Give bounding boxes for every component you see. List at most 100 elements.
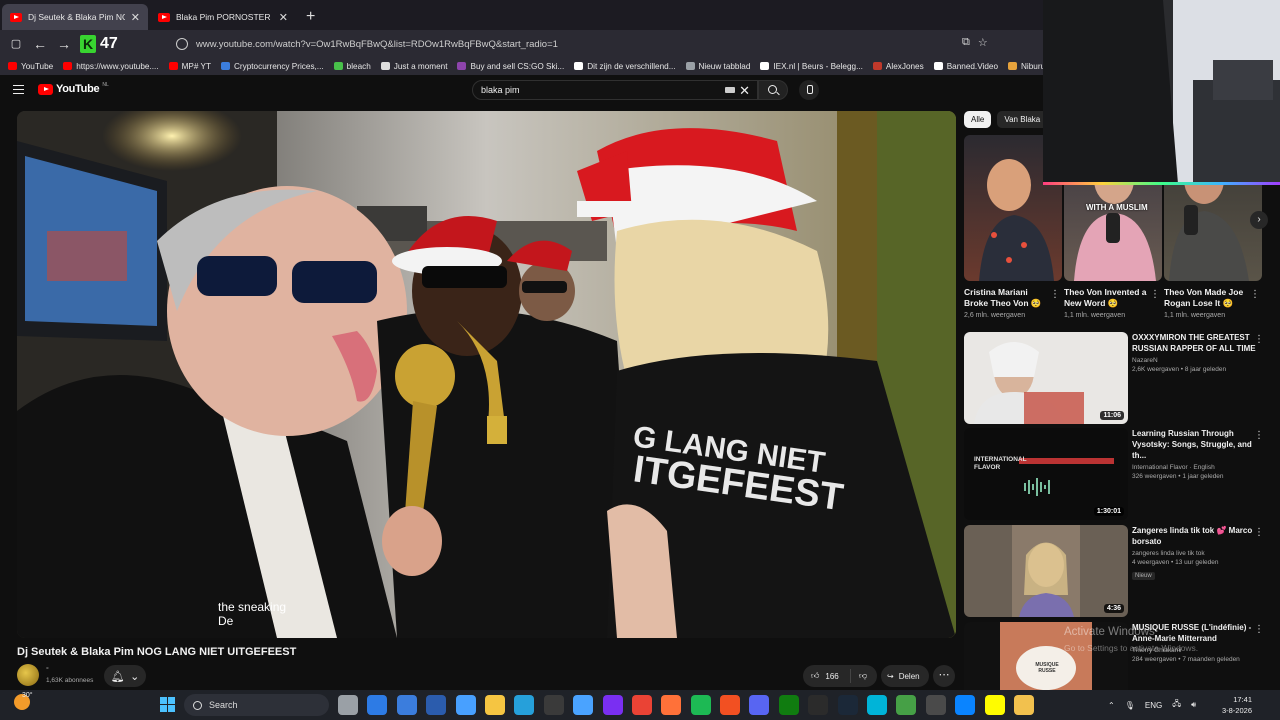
- thumbs-up-icon: 👍︎: [811, 671, 820, 680]
- taskbar-search[interactable]: Search: [184, 694, 329, 716]
- taskbar-app-icon[interactable]: [778, 695, 799, 715]
- taskbar-app-icon[interactable]: [396, 695, 417, 715]
- more-options-icon[interactable]: ⋮: [1254, 430, 1264, 441]
- chip-all[interactable]: Alle: [964, 111, 992, 128]
- taskbar-app-icon[interactable]: [955, 695, 976, 715]
- taskbar-app-icon[interactable]: [867, 695, 888, 715]
- bookmark-label: Banned.Video: [946, 61, 998, 71]
- bookmark-item[interactable]: Nieuw tabblad: [685, 62, 750, 71]
- like-button[interactable]: 👍︎ 166: [803, 669, 851, 683]
- taskbar-app-icon[interactable]: [484, 695, 505, 715]
- taskbar-app-icon[interactable]: [514, 695, 535, 715]
- microphone-icon[interactable]: 🎙︎: [1125, 701, 1135, 710]
- taskbar-app-icon[interactable]: [338, 695, 358, 715]
- bookmark-item[interactable]: IEX.nl | Beurs - Belegg...: [760, 62, 863, 71]
- close-tab-icon[interactable]: ✕: [131, 11, 140, 24]
- bookmark-label: MP# YT: [181, 61, 211, 71]
- bookmark-item[interactable]: YouTube: [8, 62, 53, 71]
- menu-icon[interactable]: [13, 85, 24, 94]
- bookmark-favicon-icon: [685, 62, 695, 70]
- keyboard-icon[interactable]: [725, 87, 735, 93]
- more-actions-button[interactable]: ⋯: [933, 665, 955, 687]
- recommendation-item[interactable]: 11:06 OXXXYMIRON THE GREATEST RUSSIAN RA…: [964, 332, 1264, 424]
- rec-meta: 4 weergaven • 13 uur geleden: [1132, 559, 1219, 566]
- activate-windows-subtitle: Go to Settings to activate Windows.: [1064, 643, 1199, 653]
- youtube-favicon-icon: [158, 12, 170, 22]
- chevron-up-icon[interactable]: ⌃: [1108, 701, 1115, 710]
- bookmark-star-icon[interactable]: ☆: [978, 36, 988, 49]
- share-button[interactable]: ↪ Delen: [881, 665, 929, 687]
- taskbar-app-icon[interactable]: [631, 695, 652, 715]
- recommendation-item[interactable]: INTERNATIONAL FLAVOR 1:30:01 Learning Ru…: [964, 428, 1264, 520]
- bookmark-item[interactable]: Dit zijn de verschillend...: [574, 62, 676, 71]
- start-button[interactable]: [160, 697, 175, 712]
- bookmark-item[interactable]: Just a moment: [380, 62, 447, 71]
- bookmark-item[interactable]: AlexJones: [872, 62, 924, 71]
- rec-title: Zangeres linda tik tok 💕 Marco borsato: [1132, 526, 1253, 546]
- bookmark-item[interactable]: bleach: [333, 62, 371, 71]
- thumbnail-text: MUSIQUE RUSSE: [1035, 662, 1059, 674]
- close-tab-icon[interactable]: ✕: [279, 11, 288, 24]
- chevron-right-icon[interactable]: ›: [1250, 211, 1268, 229]
- bookmark-item[interactable]: MP# YT: [168, 61, 211, 71]
- voice-search-icon[interactable]: [799, 80, 819, 100]
- picture-in-picture-icon[interactable]: ⧉: [962, 36, 970, 49]
- bookmark-item[interactable]: Buy and sell CS:GO Ski...: [457, 62, 564, 71]
- bookmark-favicon-icon: [8, 62, 17, 70]
- search-input[interactable]: blaka pim ✕: [472, 80, 758, 100]
- more-options-icon[interactable]: ⋮: [1254, 624, 1264, 635]
- more-options-icon[interactable]: ⋮: [1050, 289, 1060, 300]
- video-player[interactable]: G LANG NIET ITGEFEEST: [17, 111, 956, 638]
- site-info-icon[interactable]: [176, 38, 188, 50]
- taskbar-app-icon[interactable]: [896, 695, 917, 715]
- taskbar-app-icon[interactable]: [543, 695, 564, 715]
- more-options-icon[interactable]: ⋮: [1250, 289, 1260, 300]
- more-options-icon[interactable]: ⋮: [1254, 334, 1264, 345]
- taskbar-app-icon[interactable]: [1013, 695, 1034, 715]
- taskbar-app-icon[interactable]: [720, 695, 741, 715]
- taskbar-app-icon[interactable]: [602, 695, 623, 715]
- dislike-button[interactable]: 👎︎: [851, 671, 867, 681]
- video-title: Dj Seutek & Blaka Pim NOG LANG NIET UITG…: [17, 646, 297, 658]
- address-bar[interactable]: www.youtube.com/watch?v=Ow1RwBqFBwQ&list…: [176, 34, 1006, 54]
- search-button[interactable]: [758, 80, 788, 100]
- network-icon[interactable]: 🖧︎: [1172, 698, 1181, 712]
- clear-search-icon[interactable]: ✕: [739, 83, 750, 99]
- taskbar-app-icon[interactable]: [573, 695, 594, 715]
- youtube-logo[interactable]: YouTube NL: [38, 82, 109, 95]
- channel-avatar[interactable]: [17, 664, 39, 686]
- bookmark-label: https://www.youtube....: [76, 61, 159, 71]
- browser-tab-active[interactable]: Dj Seutek & Blaka Pim NOG ✕: [2, 4, 148, 30]
- taskbar-app-icon[interactable]: [808, 695, 829, 715]
- taskbar-app-icon[interactable]: [367, 695, 388, 715]
- back-icon[interactable]: ←: [28, 36, 52, 52]
- new-tab-icon[interactable]: +: [306, 8, 315, 26]
- video-captions: the sneaking De: [218, 600, 286, 628]
- kick-counter[interactable]: K 47: [80, 34, 118, 53]
- taskbar-app-icon[interactable]: [925, 695, 946, 715]
- taskbar-app-icon[interactable]: [749, 695, 770, 715]
- sidebar-toggle-icon[interactable]: ▢: [4, 37, 28, 50]
- bookmark-item[interactable]: Cryptocurrency Prices,...: [221, 62, 324, 71]
- clock[interactable]: 17:41 3-8-2026: [1218, 694, 1252, 716]
- bookmark-item[interactable]: https://www.youtube....: [63, 61, 159, 71]
- channel-name[interactable]: °: [46, 667, 49, 674]
- taskbar-app-icon[interactable]: [455, 695, 476, 715]
- taskbar-app-icon[interactable]: [690, 695, 711, 715]
- subscriber-count: 1,63K abonnees: [46, 677, 94, 684]
- bookmark-favicon-icon: [760, 62, 770, 70]
- taskbar-app-icon[interactable]: [426, 695, 447, 715]
- notification-bell-button[interactable]: 🔔︎ ⌄: [104, 665, 146, 687]
- recommendation-item[interactable]: 4:36 Zangeres linda tik tok 💕 Marco bors…: [964, 525, 1264, 617]
- taskbar-app-icon[interactable]: [984, 695, 1005, 715]
- language-indicator[interactable]: ENG: [1145, 701, 1162, 710]
- forward-icon[interactable]: →: [52, 36, 76, 52]
- volume-icon[interactable]: 🔊︎: [1191, 700, 1196, 710]
- taskbar-app-icon[interactable]: [837, 695, 858, 715]
- browser-tab[interactable]: Blaka Pim PORNOSTER - YouTu ✕: [150, 4, 296, 30]
- more-options-icon[interactable]: ⋮: [1150, 289, 1160, 300]
- more-options-icon[interactable]: ⋮: [1254, 527, 1264, 538]
- bell-icon: 🔔︎: [110, 670, 125, 683]
- bookmark-item[interactable]: Banned.Video: [933, 61, 998, 71]
- taskbar-app-icon[interactable]: [661, 695, 682, 715]
